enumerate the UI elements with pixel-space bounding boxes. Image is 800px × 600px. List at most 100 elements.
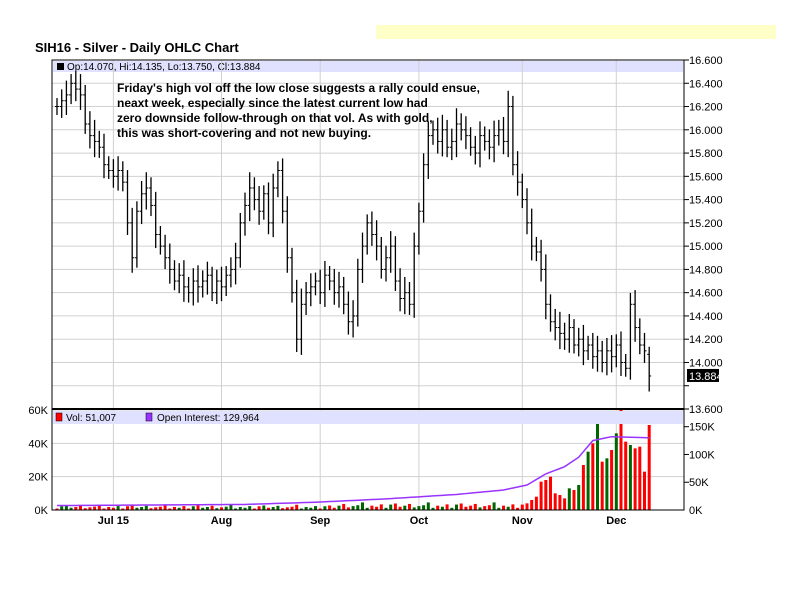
price-tick-label: 14.800 (689, 264, 723, 276)
volume-bar (436, 505, 440, 510)
volume-bar (229, 504, 233, 510)
volume-bar (549, 476, 552, 510)
volume-tick-label: 60K (28, 405, 48, 417)
volume-bar (342, 503, 346, 510)
volume-bar (487, 505, 491, 510)
volume-bar (530, 500, 534, 510)
volume-bar (591, 443, 595, 510)
price-legend-swatch (57, 63, 64, 70)
volume-bar (389, 504, 393, 510)
volume-bar (525, 503, 529, 510)
volume-bar (563, 498, 567, 510)
volume-bar (361, 502, 364, 510)
volume-bar (403, 505, 407, 510)
volume-bar (619, 410, 623, 510)
volume-bar (182, 506, 186, 510)
price-tick-label: 15.600 (689, 171, 723, 183)
volume-bar (469, 505, 473, 510)
volume-bar (473, 503, 477, 510)
x-tick-label: Dec (606, 515, 626, 527)
volume-bar (314, 506, 317, 510)
annotation: Friday's high vol off the low close sugg… (117, 81, 497, 141)
volume-bar (126, 506, 129, 510)
price-tick-label: 16.200 (689, 102, 723, 114)
volume-bar (520, 504, 524, 510)
price-tick-label: 15.000 (689, 241, 723, 253)
volume-bar (337, 505, 341, 510)
x-tick-label: Sep (310, 515, 330, 527)
volume-bar (483, 506, 487, 510)
volume-bar (351, 506, 355, 510)
volume-bar (628, 445, 632, 510)
volume-bar (417, 506, 421, 510)
volume-bar (295, 504, 299, 510)
volume-bar (558, 495, 562, 510)
volume-legend-swatch (55, 412, 63, 422)
price-tick-label: 13.600 (689, 404, 723, 416)
volume-bar (79, 505, 82, 510)
volume-bar (567, 488, 571, 510)
volume-bar (191, 506, 195, 510)
volume-bar (130, 505, 134, 510)
volume-bar (572, 490, 576, 510)
price-tick-label: 14.400 (689, 311, 723, 323)
volume-bar (408, 503, 411, 510)
volume-bar (638, 446, 642, 510)
volume-bar (276, 505, 280, 510)
volume-tick-label: 40K (28, 438, 48, 450)
last-price-label: 13.884 (689, 371, 723, 383)
volume-bar (511, 504, 515, 510)
volume-bar (262, 505, 266, 510)
oi-legend-text: Open Interest: 129,964 (157, 413, 260, 424)
volume-bar (633, 448, 637, 510)
volume-bar (600, 461, 604, 510)
volume-bar (248, 506, 252, 510)
volume-bar (379, 504, 383, 510)
volume-bar (459, 503, 463, 510)
volume-bar (586, 451, 590, 510)
volume-bar (643, 471, 646, 510)
volume-bar (577, 485, 581, 510)
price-legend-text: Op:14.070, Hi:14.135, Lo:13.750, Cl:13.8… (67, 62, 261, 73)
annotation-line: Friday's high vol off the low close sugg… (117, 81, 480, 95)
volume-bar (257, 506, 261, 510)
price-tick-label: 16.400 (689, 78, 723, 90)
price-tick-label: 14.600 (689, 288, 723, 300)
volume-bar (596, 421, 599, 510)
price-tick-label: 14.000 (689, 357, 723, 369)
volume-bar (624, 441, 628, 510)
annotation-line: neaxt week, especially since the latest … (117, 96, 428, 110)
volume-bar (502, 505, 505, 510)
volume-bar (445, 504, 449, 510)
annotation-line: this was short-covering and not new buyi… (117, 126, 372, 140)
volume-bar (539, 481, 543, 510)
x-tick-label: Aug (211, 515, 232, 527)
volume-bar (393, 503, 397, 510)
volume-bar (534, 496, 538, 510)
volume-tick-label: 20K (28, 472, 48, 484)
volume-bar (455, 504, 458, 510)
volume-tick-label: 0K (35, 505, 49, 517)
volume-bar (581, 465, 585, 510)
volume-bar (544, 480, 548, 510)
oi-tick-label: 100K (689, 449, 715, 461)
volume-bar (196, 505, 200, 510)
volume-bar (426, 502, 430, 510)
volume-bar (210, 505, 214, 510)
volume-bar (370, 505, 374, 510)
volume-bar (492, 502, 496, 510)
volume-bar (144, 505, 148, 510)
x-tick-label: Jul 15 (98, 515, 129, 527)
volume-bar (328, 505, 332, 510)
oi-tick-label: 150K (689, 422, 715, 434)
x-tick-label: Oct (410, 515, 429, 527)
price-tick-label: 16.000 (689, 125, 723, 137)
volume-bar (60, 506, 64, 510)
oi-tick-label: 50K (689, 477, 709, 489)
price-tick-label: 14.200 (689, 334, 723, 346)
volume-bar (610, 450, 614, 510)
volume-bar (356, 505, 360, 510)
price-tick-label: 15.400 (689, 195, 723, 207)
price-tick-label: 15.200 (689, 218, 723, 230)
volume-bar (116, 506, 120, 510)
